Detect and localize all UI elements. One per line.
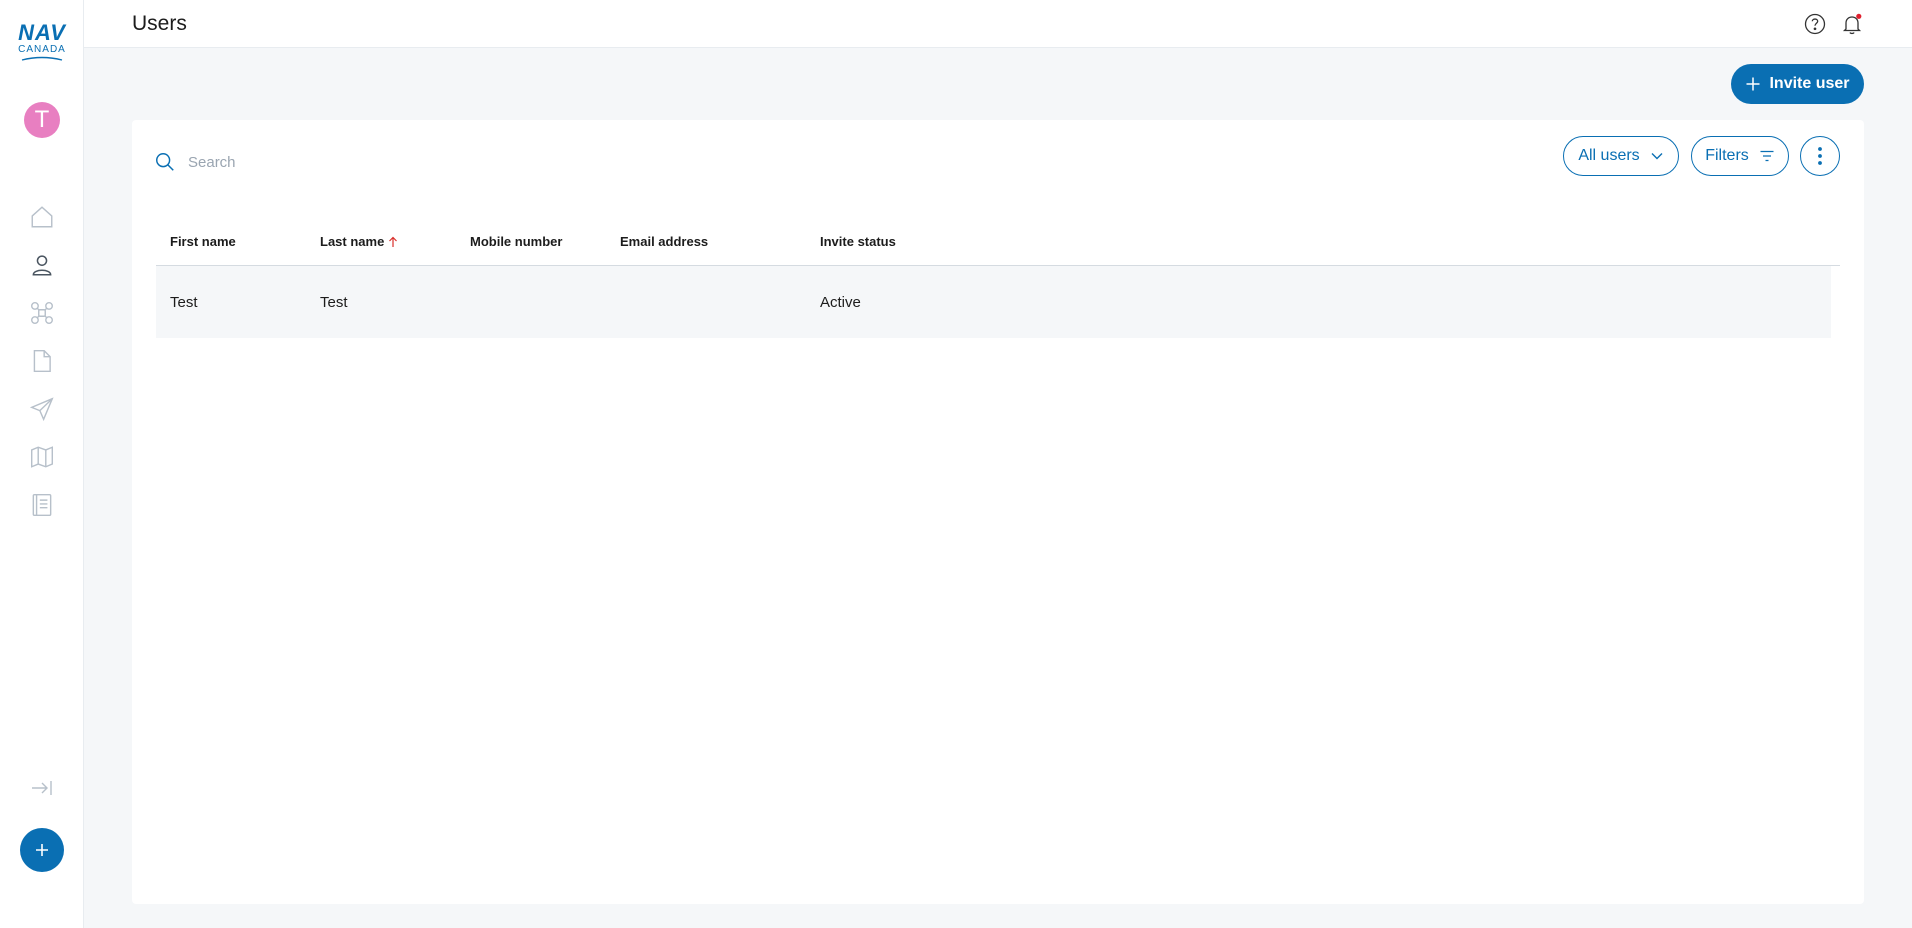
- page-title: Users: [132, 12, 187, 35]
- sidebar-item-map[interactable]: [27, 442, 57, 472]
- sidebar: NAV CANADA T: [0, 0, 84, 928]
- logo-sub-text: CANADA: [18, 44, 66, 55]
- top-header: Users: [84, 0, 1912, 48]
- search-bar: [154, 144, 654, 180]
- document-icon: [33, 350, 51, 372]
- search-input[interactable]: [188, 153, 588, 171]
- column-label: Mobile number: [470, 234, 563, 249]
- send-icon: [29, 397, 54, 422]
- cell-last-name: Test: [320, 294, 348, 311]
- column-header-last-name[interactable]: Last name: [320, 234, 398, 249]
- filters-label: Filters: [1705, 147, 1749, 164]
- drone-icon: [31, 302, 53, 324]
- sidebar-item-flights[interactable]: [27, 394, 57, 424]
- home-icon: [31, 206, 53, 228]
- column-header-first-name[interactable]: First name: [170, 234, 236, 249]
- sidebar-item-drones[interactable]: [27, 298, 57, 328]
- users-table: First name Last name Mobile number Email…: [156, 216, 1840, 338]
- cell-invite-status: Active: [820, 294, 861, 311]
- table-header: First name Last name Mobile number Email…: [156, 216, 1840, 266]
- nav-canada-logo[interactable]: NAV CANADA: [14, 22, 70, 61]
- all-users-label: All users: [1578, 147, 1640, 164]
- collapse-icon[interactable]: [28, 777, 56, 799]
- user-icon: [32, 255, 52, 276]
- column-header-email-address[interactable]: Email address: [620, 234, 708, 249]
- column-header-invite-status[interactable]: Invite status: [820, 234, 896, 249]
- all-users-dropdown[interactable]: All users: [1563, 136, 1679, 176]
- sidebar-item-users[interactable]: [27, 250, 57, 280]
- search-icon: [156, 153, 174, 171]
- sidebar-item-home[interactable]: [27, 202, 57, 232]
- column-label: Last name: [320, 234, 385, 249]
- column-label: Invite status: [820, 234, 896, 249]
- sidebar-item-documents[interactable]: [27, 346, 57, 376]
- logbook-icon: [32, 494, 52, 516]
- filter-icon: [1760, 150, 1774, 162]
- plus-icon: [1746, 77, 1760, 91]
- help-icon[interactable]: [1803, 12, 1827, 36]
- logo-swoosh-icon: [21, 56, 63, 61]
- plus-icon: [36, 844, 48, 856]
- sidebar-item-logbook[interactable]: [27, 490, 57, 520]
- column-label: Email address: [620, 234, 709, 249]
- avatar[interactable]: T: [24, 102, 60, 138]
- filters-button[interactable]: Filters: [1691, 136, 1789, 176]
- more-options-button[interactable]: [1800, 136, 1840, 176]
- more-vertical-icon: [1818, 147, 1822, 165]
- bell-icon[interactable]: [1840, 12, 1864, 36]
- users-card: All users Filters First name Last name M…: [132, 120, 1864, 904]
- logo-main-text: NAV: [18, 20, 66, 45]
- cell-first-name: Test: [170, 294, 198, 311]
- invite-user-button[interactable]: Invite user: [1731, 64, 1864, 104]
- map-icon: [31, 446, 53, 468]
- chevron-down-icon: [1651, 153, 1663, 160]
- sort-ascending-icon: [389, 236, 398, 247]
- column-header-mobile-number[interactable]: Mobile number: [470, 234, 562, 249]
- invite-user-label: Invite user: [1769, 75, 1850, 92]
- column-label: First name: [170, 234, 236, 249]
- table-row[interactable]: Test Test Active: [156, 266, 1831, 338]
- fab-add-button[interactable]: [20, 828, 64, 872]
